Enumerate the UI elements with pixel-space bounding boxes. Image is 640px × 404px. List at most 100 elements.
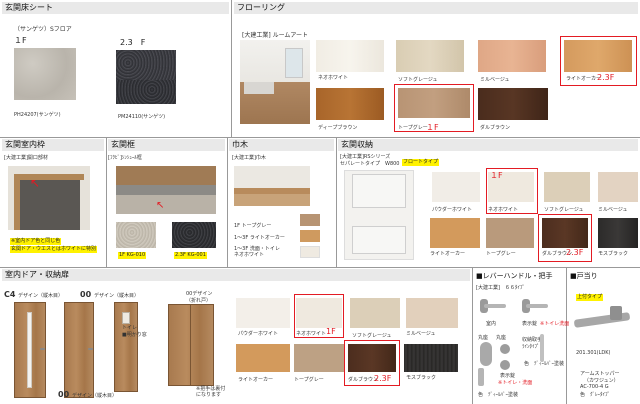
swatch-label: ミルベージュ: [480, 77, 510, 83]
section-title-lever: ■レバーハンドル・把手: [476, 272, 553, 280]
section-title-baseboard: 巾木: [229, 139, 334, 151]
door-code: 00: [80, 290, 92, 299]
floor-tag: 2.3F: [374, 374, 392, 383]
room-photo-window: [285, 48, 303, 78]
floor-tag: １F: [426, 123, 439, 132]
swatch-mil-beige: [478, 40, 546, 72]
floor-tag: 2.3F: [566, 248, 584, 257]
swatch-label: ディープブラウン: [318, 125, 358, 131]
rose-lock-icon: [500, 344, 510, 354]
floor-label: 2.3 F: [120, 38, 146, 47]
door-note: ※把手は裏付になります: [196, 386, 226, 398]
arrow-icon: ↖: [156, 200, 165, 211]
swatch-deep-brown: [316, 88, 384, 120]
swatch-label: ネオホワイト: [318, 75, 349, 81]
trim-photo: [116, 166, 216, 214]
swatch-light-ochre: [430, 218, 480, 248]
swatch-soft-greige: [544, 172, 590, 202]
section-title-entrance-trim: 玄関框: [108, 139, 225, 151]
toilet-sub-label: ■明かり窓: [122, 332, 147, 338]
toilet-window: [122, 312, 130, 324]
door-code: C4: [4, 290, 16, 299]
door-00a: [64, 302, 94, 398]
code-label: 2.3F KG-001: [174, 252, 207, 259]
swatch-powder-white: [236, 298, 290, 328]
swatch-trim-dark: [172, 222, 216, 248]
swatch-dull-brown: [478, 88, 548, 120]
divider: [472, 267, 473, 404]
divider: [0, 137, 640, 138]
maker-label: [大建工業] ６６ﾀｲﾌﾟ: [476, 285, 525, 291]
swatch-label: パウダーホワイト: [238, 331, 279, 337]
swatch-trim-light: [116, 222, 156, 248]
rose-lock-icon: [500, 360, 510, 370]
door-design-label: デザイン（縦木目）: [18, 293, 64, 299]
maker-label: [大建工業] ルームアート: [242, 32, 309, 39]
lever-label: 丸座: [478, 335, 489, 341]
lever-label: ﾗｲﾝﾀｲﾌﾟ: [522, 344, 540, 350]
lever-handle-icon: [478, 296, 508, 316]
code-label: 1F KG-010: [118, 252, 147, 259]
divider: [566, 267, 567, 404]
lever-label: 室内: [486, 321, 497, 327]
folding-seam: [190, 304, 191, 386]
section-title-flooring: フローリング: [234, 2, 638, 14]
lever-label: 収納取手: [522, 337, 543, 343]
swatch-powder-white: [432, 172, 480, 202]
stopper-tag: 上付タイプ: [576, 294, 604, 301]
door-code: 00デザイン: [186, 291, 213, 297]
maker-label: [ﾌｸﾋﾞ]ｼﾝｼｭｰﾙ框: [108, 155, 142, 161]
swatch-label: トープグレー: [294, 377, 324, 383]
floor-label: １F: [14, 36, 27, 45]
door-folding: [168, 304, 214, 386]
toilet-label: トイレ: [122, 325, 138, 331]
arrow-icon: ↖: [30, 176, 41, 190]
door-design-label: デザイン（縦木目）: [94, 293, 140, 299]
product-code: PM24110(サンゲツ): [118, 114, 166, 120]
swatch-label: ネオホワイト: [296, 331, 327, 337]
divider: [0, 267, 640, 268]
maker-label: [大建工業]開口部材: [4, 155, 48, 161]
swatch-label: トープグレー: [398, 125, 428, 131]
swatch-light-ochre: [236, 344, 290, 372]
swatch-neo-white: [316, 40, 384, 72]
product-code: PH24207(サンゲツ): [14, 112, 61, 118]
swatch-label: ソフトグレージュ: [352, 333, 392, 339]
section-title-entrance-storage: 玄関収納: [338, 139, 638, 151]
swatch-label: ライトオーカー: [238, 377, 274, 383]
stopper-name-sub: （カワジュン）: [584, 378, 619, 384]
door-design-label: （折れ戸）: [186, 298, 212, 304]
lever-label: 表示錠: [522, 321, 538, 327]
divider: [227, 137, 228, 267]
swatch-taupe-gray: [486, 218, 534, 248]
lever-label: 丸座: [496, 335, 507, 341]
swatch-label: ライトオーカー: [566, 76, 602, 82]
lever-note: ※トイレ洗面: [540, 321, 570, 327]
lever-note: ※トイレ・洗面: [498, 380, 533, 386]
swatch-stone-dark: [116, 80, 176, 104]
door-design-label: デザイン（縦木目）: [72, 393, 118, 399]
stopper-name: アームストッパー: [580, 371, 620, 377]
lever-color-label: 色 ﾃﾞｨｰﾙﾊﾞｰ塗装: [524, 361, 565, 367]
swatch-label: トープグレー: [486, 251, 516, 257]
swatch-label: ライトオーカー: [430, 251, 466, 257]
floor-tag: 1F: [326, 327, 336, 336]
maker-label: [大建工業]巾木: [232, 155, 266, 161]
swatch-label: ミルベージュ: [598, 207, 628, 213]
divider: [231, 0, 232, 137]
frame-photo-frame: [14, 174, 20, 230]
pull-handle-icon: [478, 368, 484, 386]
lever-handle-lock-icon: [520, 296, 550, 316]
swatch-label: ミルベージュ: [406, 331, 436, 337]
stopper-code: 201.301(LDK): [576, 350, 611, 356]
lever-color-label: 色 ﾃﾞｨｰﾙﾊﾞｰ塗装: [478, 392, 519, 398]
stopper-base-icon: [610, 306, 622, 320]
swatch-mil-beige: [406, 298, 458, 328]
frame-photo-door: [20, 180, 80, 230]
door-handle: [88, 348, 93, 350]
frame-photo-frame: [14, 174, 84, 180]
door-glass-slit: [27, 312, 32, 388]
swatch-label: ネオホワイト: [488, 207, 519, 213]
baseboard-line: 1〜3F 洗面・トイレ ネオホワイト: [234, 246, 280, 258]
swatch-label: ソフトグレージュ: [544, 207, 584, 213]
